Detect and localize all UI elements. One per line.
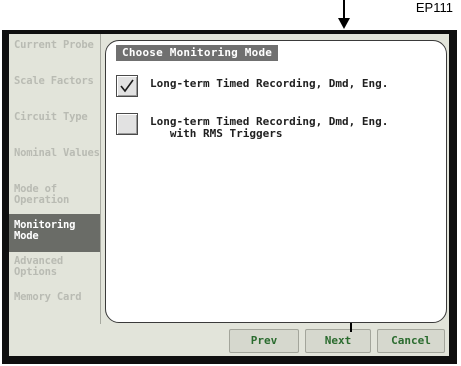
cancel-button[interactable]: Cancel [377,329,445,353]
sidebar-item-label: Advanced Options [14,255,63,278]
sidebar-item-scale-factors[interactable]: Scale Factors [9,70,100,108]
sidebar-item-label: Mode of Operation [14,183,70,206]
sidebar-item-mode-of-operation[interactable]: Mode of Operation [9,178,100,216]
button-bar: Prev Next Cancel [9,326,449,356]
sidebar-item-label: Nominal Values [14,147,100,159]
pointer-arrow-icon [338,0,350,29]
sidebar-item-label: Scale Factors [14,75,94,87]
option-checkbox[interactable] [116,113,138,135]
option-label: Long-term Timed Recording, Dmd, Eng. wit… [150,115,389,140]
panel-title: Choose Monitoring Mode [116,45,279,61]
prev-button[interactable]: Prev [229,329,299,353]
option-label: Long-term Timed Recording, Dmd, Eng. [150,77,389,90]
sidebar-item-label: Memory Card [14,291,82,303]
sidebar-item-current-probe[interactable]: Current Probe [9,34,100,72]
sidebar-item-circuit-type[interactable]: Circuit Type [9,106,100,144]
next-button[interactable]: Next [305,329,371,353]
option-long-term-with-rms-triggers[interactable]: Long-term Timed Recording, Dmd, Eng. wit… [116,113,436,143]
sidebar-item-label: Current Probe [14,39,94,51]
option-checkbox[interactable] [116,75,138,97]
sidebar-item-label: Circuit Type [14,111,88,123]
sidebar-item-nominal-values[interactable]: Nominal Values [9,142,100,180]
setup-sidebar: Current Probe Scale Factors Circuit Type… [9,34,101,324]
device-screen: Current Probe Scale Factors Circuit Type… [9,34,449,356]
sidebar-item-label: Monitoring Mode [14,219,76,242]
sidebar-item-memory-card[interactable]: Memory Card [9,286,100,324]
touch-pointer-icon [350,323,352,332]
sidebar-item-monitoring-mode[interactable]: Monitoring Mode [9,214,100,252]
checkmark-icon [120,79,134,93]
figure-label: EP111 [415,0,453,15]
option-long-term-timed-recording[interactable]: Long-term Timed Recording, Dmd, Eng. [116,75,436,99]
monitoring-mode-panel: Choose Monitoring Mode Long-term Timed R… [105,40,447,323]
device-bezel: Current Probe Scale Factors Circuit Type… [2,30,457,364]
sidebar-item-advanced-options[interactable]: Advanced Options [9,250,100,288]
